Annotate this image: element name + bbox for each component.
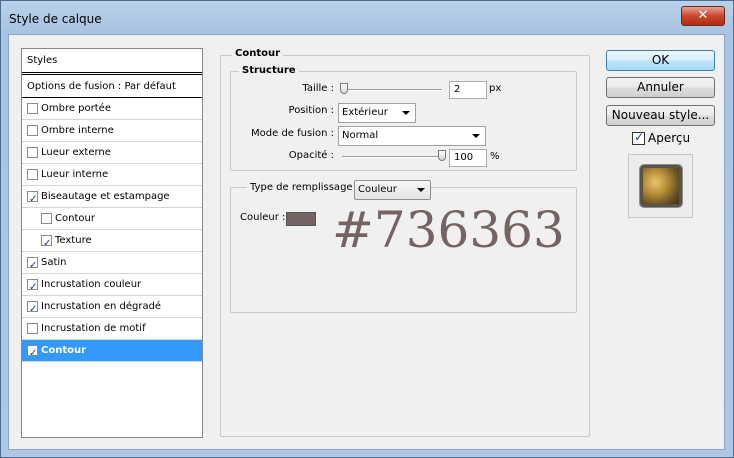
styles-item[interactable]: Incrustation en dégradé bbox=[22, 296, 202, 320]
style-checkbox[interactable] bbox=[27, 147, 38, 158]
taille-slider-track[interactable] bbox=[342, 89, 442, 91]
dialog-client-area: Styles Options de fusion : Par défaut Om… bbox=[8, 34, 725, 450]
preview-image bbox=[640, 165, 682, 207]
preview-label[interactable]: Aperçu bbox=[648, 131, 690, 145]
style-checkbox[interactable] bbox=[27, 323, 38, 334]
style-checkbox[interactable] bbox=[27, 169, 38, 180]
style-checkbox[interactable] bbox=[27, 255, 38, 276]
style-checkbox[interactable] bbox=[27, 343, 38, 364]
chevron-down-icon bbox=[417, 188, 425, 192]
position-dropdown-value: Extérieur bbox=[342, 107, 388, 118]
styles-item[interactable]: Contour bbox=[22, 340, 202, 364]
blend-mode-dropdown[interactable]: Normal bbox=[338, 126, 486, 146]
opacite-input[interactable]: 100 bbox=[449, 149, 487, 167]
contour-group-title: Contour bbox=[232, 48, 284, 59]
styles-item[interactable]: Ombre portée bbox=[22, 98, 202, 120]
taille-label: Taille : bbox=[302, 83, 334, 94]
style-item-label: Contour bbox=[41, 345, 87, 356]
styles-header[interactable]: Styles bbox=[22, 49, 202, 73]
title-bar[interactable]: Style de calque ✕ bbox=[1, 1, 733, 35]
chevron-down-icon bbox=[402, 111, 410, 115]
styles-item[interactable]: Ombre interne bbox=[22, 120, 202, 142]
chevron-down-icon bbox=[472, 134, 480, 138]
styles-item[interactable]: Texture bbox=[22, 230, 202, 254]
position-label: Position : bbox=[288, 105, 334, 116]
style-item-label: Texture bbox=[55, 235, 92, 246]
blending-options-item[interactable]: Options de fusion : Par défaut bbox=[22, 74, 202, 98]
style-item-label: Ombre interne bbox=[41, 125, 114, 136]
blend-mode-dropdown-value: Normal bbox=[342, 130, 379, 141]
opacite-slider-track[interactable] bbox=[342, 156, 442, 158]
style-checkbox[interactable] bbox=[27, 299, 38, 320]
style-checkbox[interactable] bbox=[41, 213, 52, 224]
opacite-slider-thumb[interactable] bbox=[438, 150, 446, 161]
position-dropdown[interactable]: Extérieur bbox=[338, 103, 416, 123]
preview-checkbox[interactable] bbox=[632, 130, 645, 145]
color-swatch[interactable] bbox=[286, 212, 316, 226]
opacite-unit: % bbox=[490, 151, 500, 162]
taille-input[interactable]: 2 bbox=[449, 81, 487, 99]
style-checkbox[interactable] bbox=[27, 103, 38, 114]
style-checkbox[interactable] bbox=[27, 189, 38, 210]
style-item-label: Incrustation de motif bbox=[41, 323, 146, 334]
styles-item[interactable]: Incrustation de motif bbox=[22, 318, 202, 340]
styles-item[interactable]: Biseautage et estampage bbox=[22, 186, 202, 210]
ok-button[interactable]: OK bbox=[606, 50, 715, 71]
style-item-label: Incrustation en dégradé bbox=[41, 301, 162, 312]
style-item-label: Satin bbox=[41, 257, 67, 268]
style-item-label: Lueur externe bbox=[41, 147, 111, 158]
styles-item[interactable]: Lueur interne bbox=[22, 164, 202, 186]
couleur-label: Couleur : bbox=[240, 212, 286, 223]
fill-type-dropdown-value: Couleur bbox=[358, 184, 397, 195]
styles-list: Styles Options de fusion : Par défaut Om… bbox=[21, 48, 203, 438]
opacite-label: Opacité : bbox=[288, 150, 334, 161]
hex-color-annotation: #736363 bbox=[332, 201, 565, 259]
styles-item[interactable]: Lueur externe bbox=[22, 142, 202, 164]
mode-fusion-label: Mode de fusion : bbox=[251, 128, 334, 139]
close-button[interactable]: ✕ bbox=[681, 6, 725, 26]
style-checkbox[interactable] bbox=[27, 125, 38, 136]
styles-item[interactable]: Contour bbox=[22, 208, 202, 230]
taille-slider-thumb[interactable] bbox=[340, 83, 348, 94]
window-title: Style de calque bbox=[9, 12, 102, 26]
style-item-label: Incrustation couleur bbox=[41, 279, 142, 290]
taille-unit: px bbox=[489, 83, 502, 94]
new-style-button[interactable]: Nouveau style... bbox=[606, 105, 715, 126]
styles-item[interactable]: Satin bbox=[22, 252, 202, 276]
cancel-button[interactable]: Annuler bbox=[606, 77, 715, 98]
style-item-label: Contour bbox=[55, 213, 95, 224]
style-item-label: Lueur interne bbox=[41, 169, 109, 180]
style-item-label: Ombre portée bbox=[41, 103, 111, 114]
style-checkbox[interactable] bbox=[41, 233, 52, 254]
style-preview-thumbnail bbox=[628, 154, 693, 218]
style-item-label: Biseautage et estampage bbox=[41, 191, 170, 202]
fill-type-label: Type de remplissage : bbox=[247, 182, 363, 193]
style-checkbox[interactable] bbox=[27, 277, 38, 298]
styles-item[interactable]: Incrustation couleur bbox=[22, 274, 202, 298]
structure-group-title: Structure bbox=[239, 65, 299, 76]
